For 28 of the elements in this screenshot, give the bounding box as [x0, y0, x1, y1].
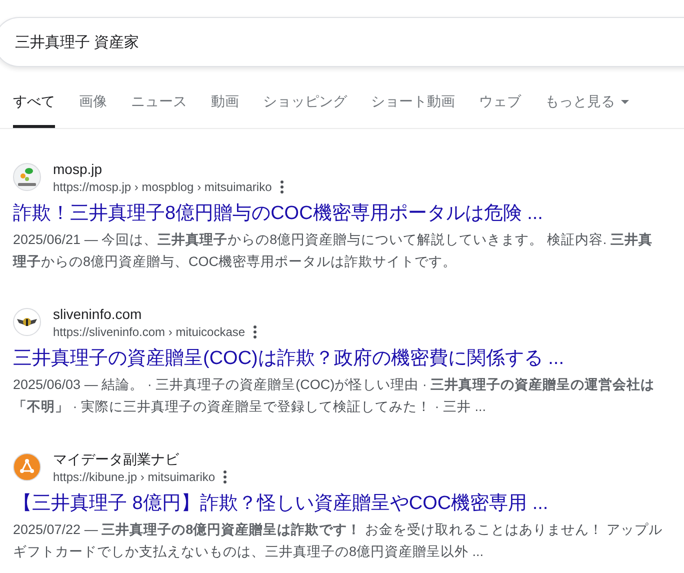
result-url: https://sliveninfo.com › mituicockase	[53, 324, 246, 340]
search-field[interactable]: 三井真理子 資産家	[0, 17, 684, 67]
result-title-link[interactable]: 三井真理子の資産贈呈(COC)は詐欺？政府の機密費に関係する ...	[13, 346, 684, 372]
result-snippet: 2025/07/22 — 三井真理子の8億円資産贈呈は詐欺です！ お金を受け取れることはありません！ アップルギフトカードでしか支払えないものは、三井真理子の8億円資産贈呈以外 ...	[13, 521, 663, 561]
result-snippet: 2025/06/21 — 今回は、三井真理子からの8億円資産贈与について解説していきます。 検証内容. 三井真理子からの8億円資産贈与、COC機密専用ポータルは詐欺サイトです。	[13, 231, 654, 271]
site-name: マイデータ副業ナビ	[53, 450, 180, 469]
result-snippet: 2025/06/03 — 結論。 · 三井真理子の資産贈呈(COC)が怪しい理由 · 三井真理子の資産贈呈の運営会社は「不明」 · 実際に三井真理子の資産贈呈で登録して検証してみた！ · 三井 ...	[13, 376, 656, 416]
search-tab[interactable]: ショート動画	[371, 91, 455, 128]
more-options-icon[interactable]	[223, 470, 228, 484]
search-tab[interactable]: もっと見る	[545, 91, 629, 128]
search-tab[interactable]: ウェブ	[479, 91, 521, 128]
site-name: mosp.jp	[53, 160, 104, 179]
search-tab[interactable]: すべて	[13, 91, 55, 128]
result-title-link[interactable]: 【三井真理子 8億円】詐欺？怪しい資産贈呈やCOC機密専用 ...	[13, 491, 684, 517]
search-tab[interactable]: ショッピング	[263, 91, 347, 128]
result-url: https://kibune.jp › mitsuimariko	[53, 469, 216, 485]
search-tab[interactable]: ニュース	[131, 91, 187, 128]
site-logo-icon	[13, 308, 41, 336]
more-options-icon[interactable]	[253, 325, 258, 339]
more-options-icon[interactable]	[280, 180, 284, 194]
search-tab[interactable]: 動画	[211, 91, 239, 128]
search-tab[interactable]: 画像	[79, 91, 107, 128]
result-title-link[interactable]: 詐欺！三井真理子8億円贈与のCOC機密専用ポータルは危険 ...	[13, 201, 684, 227]
site-name: sliveninfo.com	[53, 305, 143, 324]
caret-icon	[621, 100, 629, 104]
site-logo-icon	[13, 163, 41, 191]
result-url: https://mosp.jp › mospblog › mitsuimariko	[53, 179, 272, 195]
site-logo-icon	[13, 453, 41, 481]
